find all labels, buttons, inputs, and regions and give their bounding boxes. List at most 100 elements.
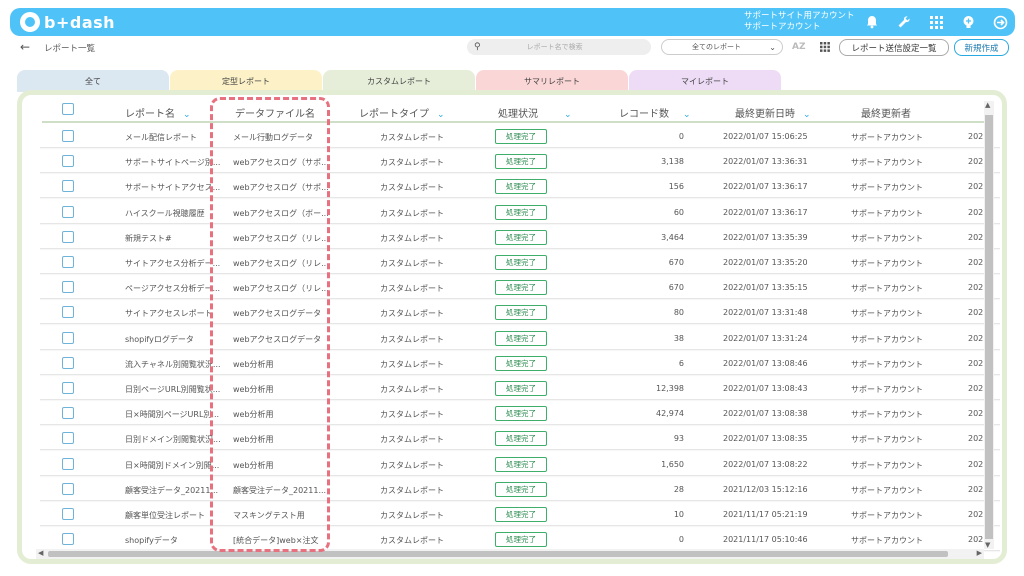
row-checkbox[interactable]: [62, 281, 74, 294]
row-checkbox[interactable]: [62, 407, 74, 420]
table-row[interactable]: ページアクセス分析デー... webアクセスログ（リレ... カスタムレポート 処理完…: [40, 276, 1000, 300]
scroll-down-icon[interactable]: ▼: [985, 541, 990, 549]
row-checkbox[interactable]: [62, 457, 74, 470]
cell-extra: 202: [968, 308, 984, 318]
tab-2[interactable]: カスタムレポート: [323, 70, 475, 92]
table-row[interactable]: 顧客単位受注レポート マスキングテスト用 カスタムレポート 処理完了 10 2021/11…: [40, 503, 1000, 526]
cell-records: 12,398: [656, 384, 684, 393]
row-checkbox[interactable]: [62, 130, 74, 142]
bulb-icon[interactable]: [958, 12, 978, 32]
cell-name[interactable]: サポートサイトページ別...: [125, 157, 225, 168]
scroll-right-icon[interactable]: ▶: [977, 549, 982, 557]
report-filter-select[interactable]: 全てのレポート ⌄: [661, 39, 783, 55]
table-row[interactable]: サポートサイトアクセス... webアクセスログ（サポ... カスタムレポート 処理完…: [40, 175, 1000, 199]
tab-3[interactable]: サマリレポート: [476, 70, 628, 92]
cell-name[interactable]: 日×時間別ページURL別...: [125, 409, 225, 420]
vertical-scrollbar[interactable]: ▲ ▼: [984, 101, 994, 549]
cell-updated: 2022/01/07 13:08:38: [723, 409, 808, 419]
row-checkbox[interactable]: [62, 432, 74, 445]
row-checkbox[interactable]: [62, 180, 74, 193]
table-row[interactable]: 顧客受注データ_20211... 顧客受注データ_20211... カスタムレポート…: [40, 478, 1000, 501]
row-checkbox[interactable]: [62, 331, 74, 344]
row-checkbox[interactable]: [62, 155, 74, 168]
cell-name[interactable]: 顧客受注データ_20211...: [125, 485, 225, 496]
scroll-up-icon[interactable]: ▲: [985, 101, 990, 109]
wrench-icon[interactable]: [894, 12, 914, 32]
table-row[interactable]: サポートサイトページ別... webアクセスログ（サポ... カスタムレポート 処理完…: [40, 150, 1000, 174]
cell-name[interactable]: shopifyデータ: [125, 535, 225, 546]
grid-view-icon[interactable]: [820, 42, 830, 55]
table-row[interactable]: 日×時間別ページURL別... web分析用 カスタムレポート 処理完了 42,974 2…: [40, 402, 1000, 426]
table-row[interactable]: 日別ドメイン別閲覧状況... web分析用 カスタムレポート 処理完了 93 2022/0…: [40, 427, 1000, 451]
scroll-left-icon[interactable]: ◀: [38, 549, 43, 557]
col-header-name[interactable]: レポート名 ⌄: [125, 105, 191, 120]
cell-name[interactable]: 流入チャネル別閲覧状況...: [125, 359, 225, 370]
row-checkbox[interactable]: [62, 205, 74, 218]
cell-name[interactable]: ページアクセス分析デー...: [125, 283, 225, 294]
row-checkbox[interactable]: [62, 482, 74, 495]
search-input[interactable]: ⚲ レポート名で検索: [467, 39, 651, 55]
status-badge: 処理完了: [495, 305, 547, 321]
table-row[interactable]: shopifyデータ [統合データ]web×注文 カスタムレポート 処理完了 0 2021…: [40, 528, 1000, 552]
tab-0[interactable]: 全て: [17, 70, 169, 92]
cell-name[interactable]: shopifyログデータ: [125, 334, 225, 345]
row-checkbox[interactable]: [62, 533, 74, 546]
table-row[interactable]: 流入チャネル別閲覧状況... web分析用 カスタムレポート 処理完了 6 2022/01…: [40, 352, 1000, 375]
cell-name[interactable]: サポートサイトアクセス...: [125, 182, 225, 193]
cell-records: 3,464: [661, 232, 684, 242]
status-badge: 処理完了: [495, 129, 547, 144]
tab-4[interactable]: マイレポート: [629, 70, 781, 92]
bell-icon[interactable]: [862, 12, 882, 32]
cell-name[interactable]: 新規テスト#: [125, 233, 225, 244]
tab-1[interactable]: 定型レポート: [170, 70, 322, 92]
cell-extra: 202: [968, 535, 984, 545]
sort-az-icon[interactable]: AZ: [792, 42, 806, 52]
account-info[interactable]: サポートサイト用アカウント サポートアカウント: [744, 11, 855, 33]
hscroll-thumb[interactable]: [48, 551, 948, 557]
cell-name[interactable]: 日×時間別ドメイン別閲...: [125, 460, 225, 471]
table-row[interactable]: サイトアクセスレポート webアクセスログデータ カスタムレポート 処理完了 80 202…: [40, 301, 1000, 325]
apps-icon[interactable]: [926, 12, 946, 32]
row-checkbox[interactable]: [62, 230, 74, 243]
scroll-thumb[interactable]: [985, 115, 993, 539]
row-divider: [40, 273, 1000, 274]
table-row[interactable]: 新規テスト# webアクセスログ（リレ... カスタムレポート 処理完了 3,464 20…: [40, 226, 1000, 249]
col-header-file[interactable]: データファイル名: [235, 105, 315, 120]
logo-icon: [20, 12, 40, 32]
logout-icon[interactable]: [990, 12, 1010, 32]
table-row[interactable]: サイトアクセス分析デー... webアクセスログ（リレ... カスタムレポート 処理完…: [40, 251, 1000, 274]
table-row[interactable]: 日×時間別ドメイン別閲... web分析用 カスタムレポート 処理完了 1,650 202…: [40, 453, 1000, 476]
status-badge: 処理完了: [495, 204, 547, 220]
cell-name[interactable]: 日別ページURL別閲覧状...: [125, 384, 225, 395]
row-checkbox[interactable]: [62, 356, 74, 369]
row-checkbox[interactable]: [62, 306, 74, 319]
row-checkbox[interactable]: [62, 256, 74, 268]
col-header-updated[interactable]: 最終更新日時 ⌄: [735, 105, 811, 120]
cell-updated: 2022/01/07 13:31:48: [723, 308, 808, 318]
row-checkbox[interactable]: [62, 382, 74, 394]
horizontal-scrollbar[interactable]: ◀ ▶: [36, 549, 984, 559]
row-divider: [40, 222, 1000, 224]
table-row[interactable]: ハイスクール視聴履歴 webアクセスログ（ボー... カスタムレポート 処理完了 60 2…: [40, 201, 1000, 224]
col-header-updater[interactable]: 最終更新者: [861, 105, 911, 120]
cell-name[interactable]: 顧客単位受注レポート: [125, 510, 225, 521]
table-row[interactable]: メール配信レポート メール行動ログデータ カスタムレポート 処理完了 0 2022/01/…: [40, 125, 1000, 148]
logo[interactable]: b+dash: [20, 12, 115, 32]
cell-records: 0: [678, 132, 684, 141]
cell-name[interactable]: 日別ドメイン別閲覧状況...: [125, 434, 225, 445]
cell-name[interactable]: サイトアクセスレポート: [125, 308, 225, 319]
table-row[interactable]: shopifyログデータ webアクセスログデータ カスタムレポート 処理完了 38 20…: [40, 327, 1000, 350]
back-arrow-icon[interactable]: ←: [20, 40, 30, 54]
col-header-type[interactable]: レポートタイプ ⌄: [359, 105, 445, 120]
report-send-settings-button[interactable]: レポート送信設定一覧: [839, 39, 949, 56]
col-header-status[interactable]: 処理状況 ⌄: [498, 105, 572, 120]
row-checkbox[interactable]: [62, 508, 74, 520]
cell-name[interactable]: ハイスクール視聴履歴: [125, 208, 225, 219]
cell-name[interactable]: メール配信レポート: [125, 132, 225, 143]
col-header-records[interactable]: レコード数 ⌄: [619, 105, 691, 120]
cell-type: カスタムレポート: [380, 485, 444, 495]
new-report-button[interactable]: 新規作成: [954, 39, 1009, 56]
cell-name[interactable]: サイトアクセス分析デー...: [125, 258, 225, 269]
table-row[interactable]: 日別ページURL別閲覧状... web分析用 カスタムレポート 処理完了 12,398 2…: [40, 377, 1000, 400]
cell-updater: サポートアカウント: [851, 309, 923, 319]
